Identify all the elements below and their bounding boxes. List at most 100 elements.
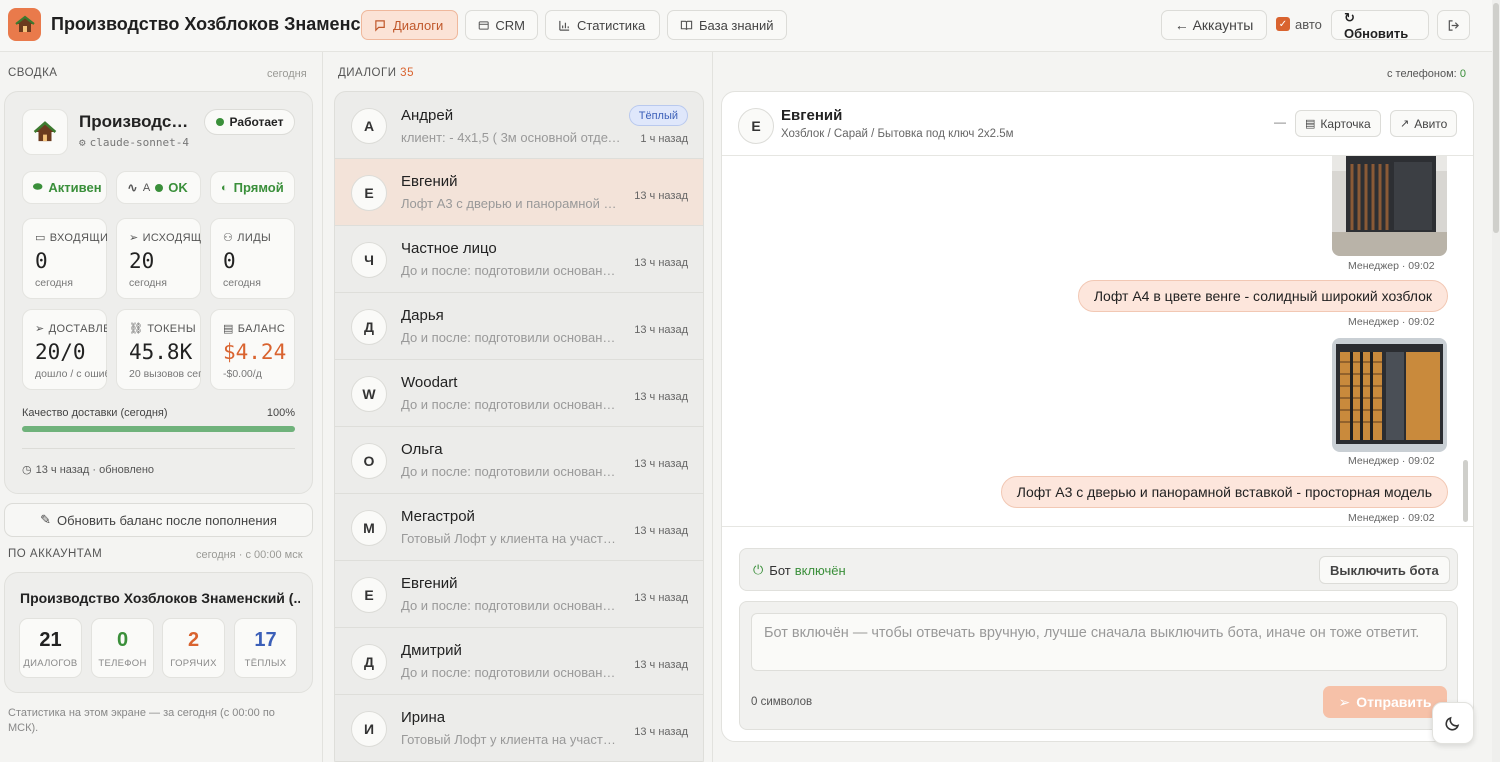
summary-period: сегодня xyxy=(267,68,307,80)
logout-button[interactable] xyxy=(1437,10,1470,40)
page-title: Производство Хозблоков Знаменский xyxy=(51,14,392,34)
dialog-preview: До и после: подготовили основание... xyxy=(401,598,621,613)
quality-bar xyxy=(22,426,295,432)
theme-toggle-button[interactable] xyxy=(1432,702,1474,744)
dialog-name: Woodart xyxy=(401,374,458,391)
dialog-item[interactable]: Д Дмитрий До и после: подготовили основа… xyxy=(335,628,703,695)
ok-dot xyxy=(155,183,164,192)
avatar: М xyxy=(351,510,387,546)
dialog-time: 13 ч назад xyxy=(634,726,688,738)
dialog-item[interactable]: Д Дарья До и после: подготовили основани… xyxy=(335,293,703,360)
shed-photo-icon xyxy=(1332,156,1447,256)
refresh-button[interactable]: ↻ Обновить xyxy=(1331,10,1429,41)
send-icon: ➢ xyxy=(35,323,45,335)
wallet-icon: ▤ xyxy=(223,323,234,335)
shed-photo-icon xyxy=(1332,338,1447,452)
dialog-preview: До и после: подготовили основание... xyxy=(401,330,621,345)
page-scrollbar[interactable] xyxy=(1492,0,1500,762)
message-input[interactable]: Бот включён — чтобы отвечать вручную, лу… xyxy=(751,613,1447,671)
stat-phone: 0 ТЕЛЕФОН xyxy=(91,618,154,678)
message-list: Менеджер · 09:02 Лофт А4 в цвете венге -… xyxy=(722,156,1473,526)
chip-active: ⬬ Активен xyxy=(22,171,107,204)
message-photo[interactable] xyxy=(1332,338,1447,452)
dialog-name: Евгений xyxy=(401,173,458,190)
message-meta: Менеджер · 09:02 xyxy=(1348,260,1435,272)
tab-knowledge-base[interactable]: База знаний xyxy=(667,10,787,40)
accounts-button[interactable]: ← Аккаунты xyxy=(1161,10,1267,40)
auto-label: авто xyxy=(1295,17,1322,32)
tab-statistics[interactable]: Статистика xyxy=(545,10,660,40)
disable-bot-button[interactable]: Выключить бота xyxy=(1319,556,1450,584)
avatar: Ч xyxy=(351,242,387,278)
account-card-name: Производство Хозблоков Знаменский (... xyxy=(20,590,300,606)
dialog-preview: До и после: подготовили основание... xyxy=(401,263,621,278)
refresh-balance-button[interactable]: ✎ Обновить баланс после пополнения xyxy=(4,503,313,537)
tab-dialogs[interactable]: Диалоги xyxy=(361,10,458,40)
warm-badge: Тёплый xyxy=(628,105,688,126)
power-icon: ⏻ xyxy=(753,562,764,577)
route-icon: ◐ xyxy=(221,181,228,194)
send-button[interactable]: ➢ Отправить xyxy=(1323,686,1447,718)
dialog-time: 13 ч назад xyxy=(634,659,688,671)
dialog-time: 13 ч назад xyxy=(634,525,688,537)
avito-button[interactable]: ↗ Авито xyxy=(1390,110,1458,137)
card-button[interactable]: ▤ Карточка xyxy=(1295,110,1381,137)
status-dot xyxy=(215,118,224,126)
dialog-item-selected[interactable]: Е Евгений Лофт А3 с дверью и панорамной … xyxy=(335,159,703,226)
message-meta: Менеджер · 09:02 xyxy=(1348,316,1435,328)
pencil-icon: ✎ xyxy=(40,512,51,527)
dialog-name: Ирина xyxy=(401,709,446,726)
link-icon: ⛓ xyxy=(129,323,144,335)
dialog-time: 13 ч назад xyxy=(634,391,688,403)
stat-warm: 17 ТЁПЛЫХ xyxy=(234,618,297,678)
dialog-item[interactable]: А Андрей клиент: - 4х1,5 ( 3м основной о… xyxy=(335,92,703,159)
avatar: W xyxy=(351,376,387,412)
message-photo[interactable] xyxy=(1332,156,1447,256)
external-link-icon: ↗ xyxy=(1400,118,1410,130)
metric-tokens: ⛓ТОКЕНЫ 45.8K 20 вызовов сегодня xyxy=(116,309,201,390)
message-meta: Менеджер · 09:02 xyxy=(1348,455,1435,467)
book-icon xyxy=(680,20,693,30)
dialog-time: 13 ч назад xyxy=(634,257,688,269)
dialog-item[interactable]: И Ирина Готовый Лофт у клиента на участк… xyxy=(335,695,703,762)
dialog-item[interactable]: W Woodart До и после: подготовили основа… xyxy=(335,360,703,427)
quality-label: Качество доставки (сегодня) xyxy=(22,407,168,419)
metric-leads: ⚇ ЛИДЫ 0 сегодня xyxy=(210,218,295,299)
clock-icon: ◷ xyxy=(22,464,32,476)
dialog-preview: Готовый Лофт у клиента на участке... xyxy=(401,732,621,747)
account-name: Производство Хозблоков Знаменский xyxy=(79,112,194,131)
crm-icon xyxy=(478,20,489,30)
dialog-item[interactable]: Е Евгений До и после: подготовили основа… xyxy=(335,561,703,628)
divider xyxy=(712,52,713,762)
dialog-time: 13 ч назад xyxy=(634,458,688,470)
composer: Бот включён — чтобы отвечать вручную, лу… xyxy=(739,601,1458,730)
dialog-name: Андрей xyxy=(401,107,454,124)
moon-icon xyxy=(1445,716,1460,731)
page-scrollbar-thumb[interactable] xyxy=(1493,3,1499,233)
chat-scrollbar[interactable] xyxy=(1463,460,1468,522)
dialogs-label: ДИАЛОГИ 35 xyxy=(338,67,414,79)
chip-direct: ◐ Прямой xyxy=(210,171,295,204)
tab-crm[interactable]: CRM xyxy=(465,10,538,40)
logout-icon xyxy=(1448,19,1459,31)
avatar: Д xyxy=(351,309,387,345)
dialog-item[interactable]: М Мегастрой Готовый Лофт у клиента на уч… xyxy=(335,494,703,561)
dialog-name: Дмитрий xyxy=(401,642,462,659)
account-avatar xyxy=(22,109,68,155)
message-meta: Менеджер · 09:02 xyxy=(1348,512,1435,524)
breadcrumb: Хозблок / Сарай / Бытовка под ключ 2х2.5… xyxy=(781,128,1014,140)
dialog-preview: До и после: подготовили основание... xyxy=(401,464,621,479)
char-count: 0 символов xyxy=(751,696,813,708)
chat-name: Евгений xyxy=(781,107,843,124)
chat-avatar: Е xyxy=(738,108,774,144)
model-label: ⚙ claude-sonnet-4 xyxy=(79,136,189,149)
dialog-item[interactable]: О Ольга До и после: подготовили основани… xyxy=(335,427,703,494)
dialog-time: 13 ч назад xyxy=(634,592,688,604)
chart-icon xyxy=(559,20,570,31)
avatar: Д xyxy=(351,644,387,680)
auto-checkbox[interactable]: ✓ xyxy=(1276,17,1290,31)
toggle-icon: ⬬ xyxy=(33,181,43,193)
dialog-item[interactable]: Ч Частное лицо До и после: подготовили о… xyxy=(335,226,703,293)
divider xyxy=(722,526,1473,527)
avatar: О xyxy=(351,443,387,479)
